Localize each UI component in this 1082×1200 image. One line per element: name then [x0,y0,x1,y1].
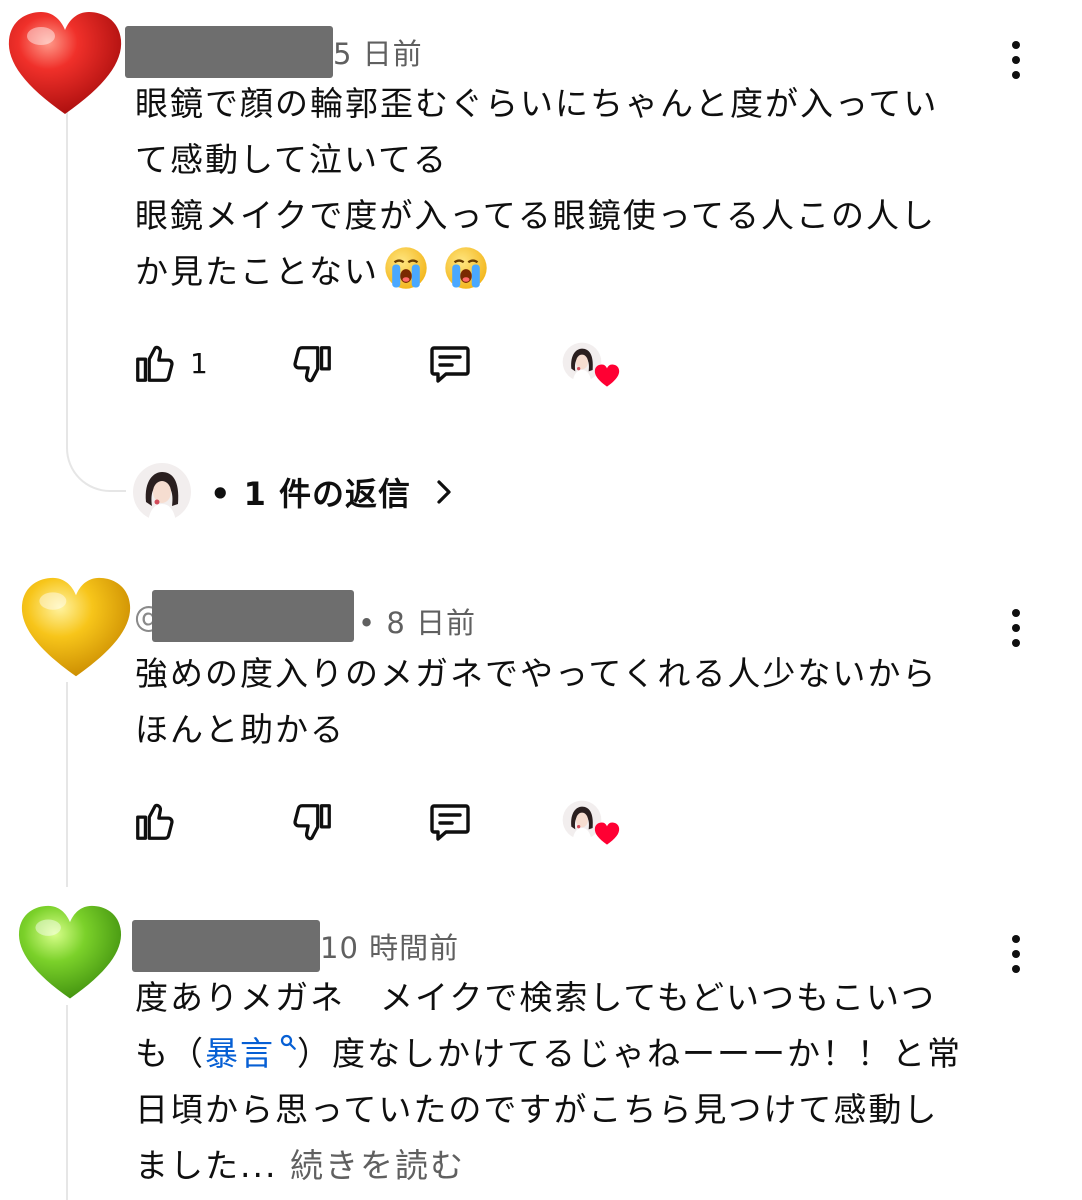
reply-button[interactable] [426,340,474,388]
red-heart-avatar[interactable] [4,10,126,120]
comment-text-segment: ）度なしかけてるじゃねーーーか！！と常 [297,1034,962,1073]
comment-line: ほんと助かる [135,710,345,749]
thread-line [66,682,68,887]
comment-timestamp: 10 時間前 [320,931,460,965]
read-more-link[interactable]: 続きを読む [290,1146,465,1185]
search-link[interactable]: 暴言 [205,1034,297,1073]
creator-heart-badge[interactable] [562,800,622,848]
redacted-username[interactable] [132,920,320,972]
chevron-right-icon [437,480,451,504]
dislike-button[interactable] [289,342,335,388]
reply-button[interactable] [426,798,474,846]
reply-icon [426,798,474,846]
green-heart-avatar[interactable] [14,904,126,1004]
creator-avatar-icon [132,462,192,522]
replies-count-label: • 1 件の返信 [210,475,412,513]
thumbs-down-icon [289,342,335,388]
loudly-crying-face-emoji [443,245,489,291]
dislike-button[interactable] [289,800,335,846]
creator-avatar-icon [562,800,602,840]
thread-line [66,1005,68,1200]
more-options-button[interactable] [996,598,1036,658]
comment-line: 強めの度入りのメガネでやってくれる人少ないから [135,654,938,693]
like-button[interactable]: 1 [132,340,208,386]
creator-avatar-icon [562,342,602,382]
like-button[interactable] [132,798,178,844]
comment-line: 眼鏡で顔の輪郭歪むぐらいにちゃんと度が入ってい [135,84,939,123]
comment-line: 日頃から思っていたのですがこちら見つけて感動し [135,1090,939,1129]
comment-text: 強めの度入りのメガネでやってくれる人少ないから ほんと助かる [135,646,985,758]
thread-line [66,112,68,422]
comment-line-with-emoji: か見たことない [135,244,985,300]
comment-text: 度ありメガネ メイクで検索してもどいつもこいつ も（暴言 ）度なしかけてるじゃねー… [135,970,985,1194]
redacted-username[interactable] [152,590,354,642]
thread-connector [66,420,126,492]
like-count: 1 [190,346,208,380]
comment-timestamp: • 8 日前 [358,606,476,640]
comment-text: 眼鏡で顔の輪郭歪むぐらいにちゃんと度が入ってい て感動して泣いてる 眼鏡メイクで… [135,76,985,300]
reply-icon [426,340,474,388]
comment-timestamp: 5 日前 [333,37,423,71]
comment-line: も（暴言 ）度なしかけてるじゃねーーーか！！と常 [135,1026,985,1082]
comment-line: 度ありメガネ メイクで検索してもどいつもこいつ [135,978,937,1017]
comment-line: ました... 続きを読む [135,1138,985,1194]
thumbs-up-icon [132,340,178,386]
comment-text-segment: ました... [135,1146,278,1185]
thumbs-up-icon [132,798,178,844]
view-replies-button[interactable]: • 1 件の返信 [132,462,459,522]
comment-text-segment: も（ [135,1034,205,1073]
search-icon [280,1034,296,1050]
thumbs-down-icon [289,800,335,846]
search-link-label: 暴言 [205,1034,275,1073]
yellow-heart-avatar[interactable] [16,576,136,682]
comment-line: て感動して泣いてる [135,140,449,179]
redacted-username[interactable] [125,26,333,78]
more-options-button[interactable] [996,30,1036,90]
comment-line: 眼鏡メイクで度が入ってる眼鏡使ってる人この人し [135,196,937,235]
loudly-crying-face-emoji [383,245,429,291]
comment-line: か見たことない [135,252,380,291]
more-options-button[interactable] [996,924,1036,984]
creator-heart-badge[interactable] [562,342,622,390]
